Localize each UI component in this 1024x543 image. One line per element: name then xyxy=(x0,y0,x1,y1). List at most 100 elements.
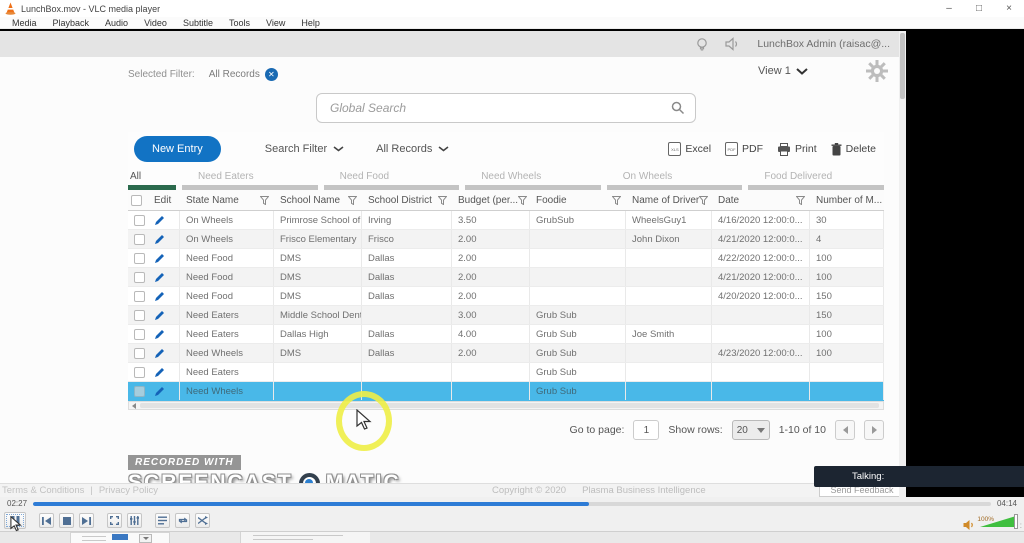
row-checkbox[interactable] xyxy=(134,291,145,302)
table-row[interactable]: Need Food DMS Dallas 2.00 4/20/2020 12:0… xyxy=(128,287,884,306)
previous-page-button[interactable] xyxy=(835,420,855,440)
filter-funnel-icon[interactable] xyxy=(438,196,447,205)
page-number-input[interactable] xyxy=(633,420,659,440)
view-selector[interactable]: View 1 xyxy=(758,65,808,77)
select-all-checkbox[interactable] xyxy=(131,195,142,206)
privacy-link[interactable]: Privacy Policy xyxy=(99,485,158,496)
edit-pencil-icon[interactable] xyxy=(154,348,165,359)
edit-pencil-icon[interactable] xyxy=(154,367,165,378)
table-row[interactable]: On Wheels Frisco Elementary Frisco 2.00 … xyxy=(128,230,884,249)
menu-item[interactable]: Subtitle xyxy=(175,18,221,28)
column-header-name-of-driver[interactable]: Name of Driver xyxy=(626,190,712,210)
row-checkbox[interactable] xyxy=(134,348,145,359)
row-checkbox[interactable] xyxy=(134,329,145,340)
global-search-input[interactable] xyxy=(330,101,671,115)
row-checkbox[interactable] xyxy=(134,310,145,321)
resize-grip[interactable]: .: xyxy=(1017,521,1023,530)
status-tab[interactable]: Need Eaters xyxy=(182,171,318,190)
extended-settings-button[interactable] xyxy=(127,513,142,528)
select-all-checkbox-cell[interactable] xyxy=(128,190,148,210)
filter-funnel-icon[interactable] xyxy=(260,196,269,205)
column-header-school-name[interactable]: School Name xyxy=(274,190,362,210)
filter-funnel-icon[interactable] xyxy=(348,196,357,205)
filter-funnel-icon[interactable] xyxy=(518,196,527,205)
table-row[interactable]: Need Eaters Grub Sub xyxy=(128,363,884,382)
column-header-date[interactable]: Date xyxy=(712,190,810,210)
column-header-state-name[interactable]: State Name xyxy=(180,190,274,210)
fullscreen-button[interactable] xyxy=(107,513,122,528)
new-entry-button[interactable]: New Entry xyxy=(134,136,221,162)
account-label[interactable]: LunchBox Admin (raisac@... xyxy=(757,38,890,50)
close-button[interactable]: × xyxy=(994,1,1024,17)
export-excel-button[interactable]: XLS Excel xyxy=(668,142,711,156)
scroll-left-arrow-icon[interactable] xyxy=(132,403,136,409)
print-button[interactable]: Print xyxy=(777,143,817,156)
table-row[interactable]: Need Food DMS Dallas 2.00 4/22/2020 12:0… xyxy=(128,249,884,268)
menu-item[interactable]: Video xyxy=(136,18,175,28)
row-checkbox[interactable] xyxy=(134,215,145,226)
random-button[interactable] xyxy=(195,513,210,528)
status-tab[interactable]: Need Food xyxy=(324,171,460,190)
vertical-scrollbar-thumb[interactable] xyxy=(900,33,905,99)
rows-per-page-select[interactable]: 20 xyxy=(732,420,770,440)
export-pdf-button[interactable]: PDF PDF xyxy=(725,142,763,156)
next-page-button[interactable] xyxy=(864,420,884,440)
horizontal-scrollbar[interactable] xyxy=(128,401,884,410)
status-tab[interactable]: Food Delivered xyxy=(748,171,884,190)
menu-item[interactable]: Playback xyxy=(45,18,98,28)
row-checkbox[interactable] xyxy=(134,234,145,245)
terms-link[interactable]: Terms & Conditions xyxy=(2,485,84,496)
edit-pencil-icon[interactable] xyxy=(154,253,165,264)
filter-funnel-icon[interactable] xyxy=(612,196,621,205)
delete-button[interactable]: Delete xyxy=(831,143,876,156)
table-row[interactable]: Need Wheels DMS Dallas 2.00 Grub Sub 4/2… xyxy=(128,344,884,363)
menu-item[interactable]: Audio xyxy=(97,18,136,28)
records-dropdown[interactable]: All Records xyxy=(376,143,449,155)
status-tab[interactable]: All xyxy=(128,171,176,190)
menu-item[interactable]: Media xyxy=(4,18,45,28)
speaker-icon[interactable] xyxy=(725,37,741,51)
previous-button[interactable] xyxy=(39,513,54,528)
row-checkbox[interactable] xyxy=(134,272,145,283)
all-records-chip[interactable]: All Records ✕ xyxy=(209,68,278,81)
table-row[interactable]: Need Eaters Middle School Dent... 3.00 G… xyxy=(128,306,884,325)
row-checkbox[interactable] xyxy=(134,367,145,378)
chip-close-icon[interactable]: ✕ xyxy=(265,68,278,81)
edit-pencil-icon[interactable] xyxy=(154,215,165,226)
filter-funnel-icon[interactable] xyxy=(796,196,805,205)
column-header-foodie[interactable]: Foodie xyxy=(530,190,626,210)
edit-pencil-icon[interactable] xyxy=(154,310,165,321)
column-header-budget[interactable]: Budget (per... xyxy=(452,190,530,210)
next-button[interactable] xyxy=(79,513,94,528)
vertical-scrollbar[interactable] xyxy=(899,31,906,497)
menu-item[interactable]: Help xyxy=(293,18,328,28)
edit-pencil-icon[interactable] xyxy=(154,234,165,245)
row-checkbox[interactable] xyxy=(134,386,145,397)
loop-button[interactable] xyxy=(175,513,190,528)
menu-item[interactable]: View xyxy=(258,18,293,28)
volume-speaker-icon[interactable] xyxy=(963,519,975,531)
table-row[interactable]: Need Eaters Dallas High Dallas 4.00 Grub… xyxy=(128,325,884,344)
playlist-button[interactable] xyxy=(155,513,170,528)
row-checkbox[interactable] xyxy=(134,253,145,264)
seek-bar[interactable] xyxy=(33,502,991,506)
status-tab[interactable]: On Wheels xyxy=(607,171,743,190)
table-row[interactable]: Need Food DMS Dallas 2.00 4/21/2020 12:0… xyxy=(128,268,884,287)
menu-item[interactable]: Tools xyxy=(221,18,258,28)
edit-pencil-icon[interactable] xyxy=(154,386,165,397)
settings-gear-icon[interactable] xyxy=(866,60,888,82)
edit-pencil-icon[interactable] xyxy=(154,272,165,283)
lightbulb-icon[interactable] xyxy=(695,37,709,52)
horizontal-scrollbar-thumb[interactable] xyxy=(140,403,879,408)
status-tab[interactable]: Need Wheels xyxy=(465,171,601,190)
maximize-button[interactable]: □ xyxy=(964,1,994,17)
minimize-button[interactable]: – xyxy=(934,1,964,17)
edit-pencil-icon[interactable] xyxy=(154,329,165,340)
volume-slider[interactable]: 100% xyxy=(980,516,1016,527)
filter-funnel-icon[interactable] xyxy=(699,196,708,205)
column-header-number-of-meals[interactable]: Number of M... xyxy=(810,190,884,210)
column-header-school-district[interactable]: School District xyxy=(362,190,452,210)
edit-pencil-icon[interactable] xyxy=(154,291,165,302)
table-row[interactable]: On Wheels Primrose School of ... Irving … xyxy=(128,211,884,230)
stop-button[interactable] xyxy=(59,513,74,528)
